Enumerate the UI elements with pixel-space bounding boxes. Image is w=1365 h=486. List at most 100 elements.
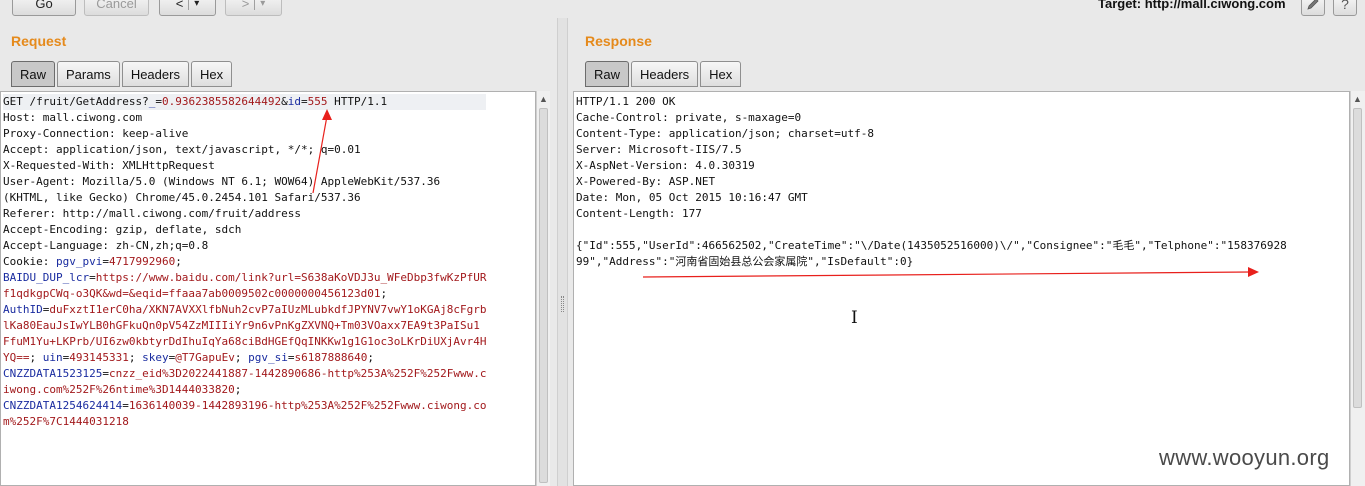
response-tab-raw[interactable]: Raw (585, 61, 630, 87)
response-scrollbar[interactable]: ▲ (1350, 91, 1365, 486)
line-text: X-AspNet-Version: 4.0.30319 (576, 159, 755, 172)
response-text: HTTP/1.1 200 OK Cache-Control: private, s… (576, 94, 1287, 270)
param-value: iwong.com%252F%26ntime%3D1444033820 (3, 383, 235, 396)
help-button[interactable]: ? (1333, 0, 1357, 16)
request-line: Host: mall.ciwong.com (3, 110, 486, 126)
param-name: CNZZDATA1523125 (3, 367, 103, 380)
target-label: Target: http://mall.ciwong.com (1098, 0, 1286, 11)
response-line: HTTP/1.1 200 OK (576, 94, 1287, 110)
param-value: duFxztI1erC0ha/XKN7AVXXlfbNuh2cvP7aIUzML… (49, 303, 487, 316)
request-scrollbar[interactable]: ▲ (536, 91, 550, 486)
text-cursor-icon: I (851, 308, 858, 328)
line-text: ; (175, 255, 182, 268)
response-editor[interactable]: HTTP/1.1 200 OK Cache-Control: private, s… (573, 91, 1350, 486)
request-tab-headers[interactable]: Headers (121, 61, 189, 87)
line-text: HTTP/1.1 200 OK (576, 95, 676, 108)
line-text: X-Powered-By: ASP.NET (576, 175, 716, 188)
dropdown-arrow-icon: ▾ (194, 0, 200, 9)
back-arrow-icon: < (175, 0, 184, 11)
line-text: ; (128, 351, 143, 364)
request-line: YQ==; uin=493145331; skey=@T7GapuEv; pgv… (3, 350, 486, 366)
scrollbar-thumb[interactable] (539, 108, 548, 483)
scroll-up-icon[interactable]: ▲ (537, 93, 550, 105)
line-text: Accept: application/json, text/javascrip… (3, 143, 361, 156)
param-value: 555 (307, 95, 328, 108)
param-value: 1636140039-1442893196-http%253A%252F%252… (128, 399, 487, 412)
watermark: www.wooyun.org (1159, 445, 1330, 470)
request-line: BAIDU_DUP_lcr=https://www.baidu.com/link… (3, 270, 486, 286)
response-line: Date: Mon, 05 Oct 2015 10:16:47 GMT (576, 190, 1287, 206)
request-line: iwong.com%252F%26ntime%3D1444033820; (3, 382, 486, 398)
param-value: f1qdkgpCWq-o3QK&wd=&eqid=ffaaa7ab0009502… (3, 287, 381, 300)
line-text: User-Agent: Mozilla/5.0 (Windows NT 6.1;… (3, 175, 441, 188)
line-text: Host: mall.ciwong.com (3, 111, 143, 124)
request-line: User-Agent: Mozilla/5.0 (Windows NT 6.1;… (3, 174, 486, 190)
back-button[interactable]: < ▾ (159, 0, 216, 16)
request-editor[interactable]: GET /fruit/GetAddress?_=0.93623855826444… (0, 91, 536, 486)
response-tab-headers[interactable]: Headers (631, 61, 699, 87)
request-tab-hex[interactable]: Hex (190, 61, 233, 87)
line-text: Cache-Control: private, s-maxage=0 (576, 111, 802, 124)
go-button[interactable]: Go (12, 0, 76, 16)
line-text: Content-Type: application/json; charset=… (576, 127, 875, 140)
request-line: CNZZDATA1254624414=1636140039-1442893196… (3, 398, 486, 414)
param-name: id (287, 95, 302, 108)
line-text: HTTP/1.1 (327, 95, 388, 108)
request-tab-params[interactable]: Params (57, 61, 120, 87)
response-line: Content-Type: application/json; charset=… (576, 126, 1287, 142)
response-tabs: Raw Headers Hex (585, 61, 743, 87)
response-line: Server: Microsoft-IIS/7.5 (576, 142, 1287, 158)
line-text: = (102, 255, 109, 268)
request-line: m%252F%7C1444031218 (3, 414, 486, 430)
scroll-up-icon[interactable]: ▲ (1351, 93, 1364, 105)
request-tabs: Raw Params Headers Hex (11, 61, 234, 87)
param-value: s6187888640 (294, 351, 368, 364)
param-value: https://www.baidu.com/link?url=S638aKoVD… (95, 271, 487, 284)
param-value: FfuM1Yu+LKPrb/UI6zw0kbtyrDdIhuIqYa68ciBd… (3, 335, 487, 348)
line-text: GET /fruit/GetAddress? (3, 95, 149, 108)
request-line: GET /fruit/GetAddress?_=0.93623855826444… (3, 94, 487, 110)
panel-splitter[interactable] (557, 18, 568, 486)
param-name: AuthID (3, 303, 43, 316)
request-line: lKa80EauJsIwYLB0hGFkuQn0pV54ZzMIIIiYr9n6… (3, 318, 486, 334)
line-text: Referer: http://mall.ciwong.com/fruit/ad… (3, 207, 302, 220)
line-text: {"Id":555,"UserId":466562502,"CreateTime… (576, 239, 1287, 252)
line-text: ; (234, 351, 249, 364)
dropdown-arrow-icon: ▾ (260, 0, 266, 9)
param-value: 4717992960 (108, 255, 176, 268)
grip-icon (561, 296, 564, 312)
param-name: pgv_si (248, 351, 288, 364)
param-value: 0.9362385582644492 (161, 95, 282, 108)
line-text: Cookie: (3, 255, 56, 268)
line-text: Date: Mon, 05 Oct 2015 10:16:47 GMT (576, 191, 808, 204)
request-title: Request (11, 33, 67, 49)
line-text: Proxy-Connection: keep-alive (3, 127, 189, 140)
response-tab-hex[interactable]: Hex (700, 61, 742, 87)
help-icon: ? (1341, 0, 1349, 12)
param-name: BAIDU_DUP_lcr (3, 271, 90, 284)
param-value: YQ== (3, 351, 30, 364)
line-text: ; (234, 383, 242, 396)
response-line: X-AspNet-Version: 4.0.30319 (576, 158, 1287, 174)
param-value: lKa80EauJsIwYLB0hGFkuQn0pV54ZzMIIIiYr9n6… (3, 319, 480, 332)
request-text: GET /fruit/GetAddress?_=0.93623855826444… (3, 94, 487, 430)
response-line: X-Powered-By: ASP.NET (576, 174, 1287, 190)
request-tab-raw[interactable]: Raw (11, 61, 56, 87)
param-value: cnzz_eid%3D2022441887-1442890686-http%25… (108, 367, 487, 380)
response-line: Content-Length: 177 (576, 206, 1287, 222)
response-title: Response (585, 33, 652, 49)
edit-target-button[interactable] (1301, 0, 1325, 16)
scrollbar-thumb[interactable] (1353, 108, 1362, 408)
cancel-button[interactable]: Cancel (84, 0, 149, 16)
line-text: Accept-Encoding: gzip, deflate, sdch (3, 223, 242, 236)
line-text: Content-Length: 177 (576, 207, 702, 220)
param-value: @T7GapuEv (175, 351, 235, 364)
request-line: (KHTML, like Gecko) Chrome/45.0.2454.101… (3, 190, 486, 206)
line-text: = (301, 95, 308, 108)
request-line: AuthID=duFxztI1erC0ha/XKN7AVXXlfbNuh2cvP… (3, 302, 486, 318)
line-text: ; (367, 351, 374, 364)
param-name: CNZZDATA1254624414 (3, 399, 123, 412)
line-text: Server: Microsoft-IIS/7.5 (576, 143, 742, 156)
request-line: Referer: http://mall.ciwong.com/fruit/ad… (3, 206, 486, 222)
forward-button[interactable]: > ▾ (225, 0, 282, 16)
